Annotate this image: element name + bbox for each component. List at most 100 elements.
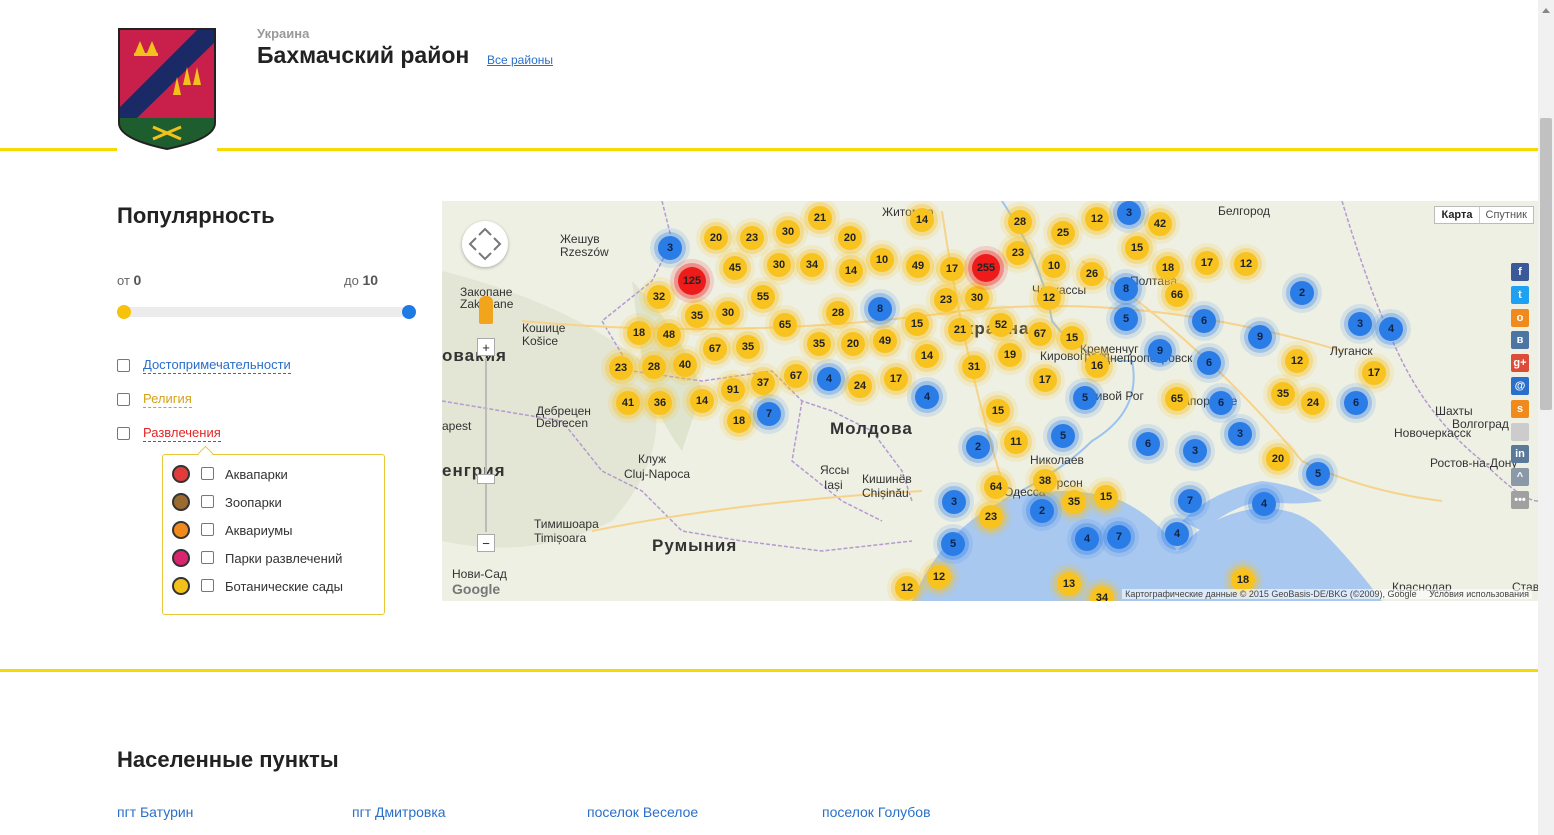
popularity-slider-min-handle[interactable] xyxy=(117,305,131,319)
map-cluster-marker[interactable]: 31 xyxy=(962,355,986,379)
map-type-satellite-button[interactable]: Спутник xyxy=(1480,207,1533,223)
map-cluster-marker[interactable]: 35 xyxy=(807,332,831,356)
map-cluster-marker[interactable]: 20 xyxy=(838,226,862,250)
map[interactable]: Белгород Жешув Rzeszów Житомир Полтава Кошице… xyxy=(442,201,1538,601)
submenu-item-checkbox[interactable] xyxy=(201,579,214,592)
zoom-out-button[interactable]: − xyxy=(477,534,495,552)
map-cluster-marker[interactable]: 6 xyxy=(1136,432,1160,456)
map-cluster-marker[interactable]: 28 xyxy=(642,355,666,379)
map-cluster-marker[interactable]: 8 xyxy=(1114,277,1138,301)
map-cluster-marker[interactable]: 15 xyxy=(905,312,929,336)
map-cluster-marker[interactable]: 26 xyxy=(1080,262,1104,286)
settlement-link[interactable]: пгт Дмитровка xyxy=(352,804,446,820)
settlement-link[interactable]: пгт Батурин xyxy=(117,804,193,820)
street-view-pegman-icon[interactable] xyxy=(479,296,493,324)
map-cluster-marker[interactable]: 12 xyxy=(1085,207,1109,231)
map-cluster-marker[interactable]: 21 xyxy=(948,318,972,342)
category-sights-checkbox[interactable] xyxy=(117,359,130,372)
map-cluster-marker[interactable]: 17 xyxy=(1362,361,1386,385)
map-cluster-marker[interactable]: 5 xyxy=(941,532,965,556)
map-cluster-marker[interactable]: 19 xyxy=(998,343,1022,367)
livejournal-icon[interactable]: ^ xyxy=(1511,468,1529,487)
map-cluster-marker[interactable]: 15 xyxy=(1125,236,1149,260)
map-cluster-marker[interactable]: 24 xyxy=(1301,391,1325,415)
map-cluster-marker[interactable]: 17 xyxy=(884,367,908,391)
map-cluster-marker[interactable]: 40 xyxy=(673,353,697,377)
map-cluster-marker[interactable]: 9 xyxy=(1148,339,1172,363)
map-cluster-marker[interactable]: 67 xyxy=(1028,322,1052,346)
map-cluster-marker[interactable]: 17 xyxy=(1195,251,1219,275)
map-cluster-marker[interactable]: 38 xyxy=(1033,469,1057,493)
map-cluster-marker[interactable]: 6 xyxy=(1344,391,1368,415)
map-cluster-marker[interactable]: 48 xyxy=(657,323,681,347)
map-cluster-marker[interactable]: 28 xyxy=(1008,210,1032,234)
map-cluster-marker[interactable]: 67 xyxy=(703,337,727,361)
surfingbird-icon[interactable]: s xyxy=(1511,399,1529,418)
map-cluster-marker[interactable]: 12 xyxy=(927,565,951,589)
settlement-link[interactable]: поселок Веселое xyxy=(587,804,698,820)
map-cluster-marker[interactable]: 15 xyxy=(1060,326,1084,350)
submenu-item-checkbox[interactable] xyxy=(201,495,214,508)
map-cluster-marker[interactable]: 18 xyxy=(1156,256,1180,280)
map-cluster-marker[interactable]: 5 xyxy=(1306,462,1330,486)
map-terms-link[interactable]: Условия использования xyxy=(1429,589,1529,599)
map-cluster-marker[interactable]: 2 xyxy=(966,435,990,459)
map-cluster-marker[interactable]: 10 xyxy=(870,248,894,272)
map-cluster-marker[interactable]: 30 xyxy=(965,286,989,310)
map-cluster-marker[interactable]: 52 xyxy=(989,313,1013,337)
submenu-item-checkbox[interactable] xyxy=(201,551,214,564)
map-cluster-marker[interactable]: 30 xyxy=(776,220,800,244)
category-sights-label[interactable]: Достопримечательности xyxy=(143,357,291,374)
map-cluster-marker[interactable]: 14 xyxy=(915,344,939,368)
map-cluster-marker[interactable]: 12 xyxy=(1285,349,1309,373)
map-cluster-marker[interactable]: 36 xyxy=(648,391,672,415)
map-cluster-marker[interactable]: 37 xyxy=(751,371,775,395)
map-cluster-marker[interactable]: 8 xyxy=(868,297,892,321)
map-cluster-marker[interactable]: 42 xyxy=(1148,212,1172,236)
map-cluster-marker[interactable]: 20 xyxy=(841,332,865,356)
page-scrollbar-thumb[interactable] xyxy=(1540,118,1552,410)
map-cluster-marker[interactable]: 65 xyxy=(1165,387,1189,411)
map-cluster-marker[interactable]: 14 xyxy=(910,208,934,232)
blogger-icon[interactable] xyxy=(1511,422,1529,441)
map-cluster-marker[interactable]: 3 xyxy=(1117,201,1141,225)
map-cluster-marker[interactable]: 17 xyxy=(1033,368,1057,392)
map-cluster-marker[interactable]: 7 xyxy=(1178,489,1202,513)
linkedin-icon[interactable]: in xyxy=(1511,445,1529,464)
settlement-link[interactable]: поселок Голубов xyxy=(822,804,931,820)
map-cluster-marker[interactable]: 65 xyxy=(773,313,797,337)
map-cluster-marker[interactable]: 5 xyxy=(1051,424,1075,448)
map-cluster-marker[interactable]: 12 xyxy=(895,576,919,600)
map-cluster-marker[interactable]: 15 xyxy=(1094,485,1118,509)
scroll-up-arrow-icon[interactable] xyxy=(1540,2,1552,13)
submenu-item-checkbox[interactable] xyxy=(201,523,214,536)
map-cluster-marker[interactable]: 14 xyxy=(690,389,714,413)
map-cluster-marker[interactable]: 6 xyxy=(1197,351,1221,375)
map-cluster-marker[interactable]: 7 xyxy=(1107,525,1131,549)
map-cluster-marker[interactable]: 49 xyxy=(873,329,897,353)
map-cluster-marker[interactable]: 6 xyxy=(1209,391,1233,415)
map-cluster-marker[interactable]: 67 xyxy=(784,364,808,388)
category-religion-checkbox[interactable] xyxy=(117,393,130,406)
submenu-item-label[interactable]: Зоопарки xyxy=(225,495,282,510)
map-cluster-marker[interactable]: 4 xyxy=(817,367,841,391)
submenu-item-label[interactable]: Парки развлечений xyxy=(225,551,342,566)
map-cluster-marker[interactable]: 23 xyxy=(1006,241,1030,265)
map-cluster-marker[interactable]: 12 xyxy=(1037,286,1061,310)
map-cluster-marker[interactable]: 49 xyxy=(906,254,930,278)
map-cluster-marker[interactable]: 20 xyxy=(1266,447,1290,471)
more-icon[interactable]: ••• xyxy=(1511,490,1529,509)
map-cluster-marker[interactable]: 3 xyxy=(658,236,682,260)
category-entertainment-checkbox[interactable] xyxy=(117,427,130,440)
map-cluster-marker[interactable]: 5 xyxy=(1114,307,1138,331)
category-entertainment-label[interactable]: Развлечения xyxy=(143,425,221,442)
map-cluster-marker[interactable]: 3 xyxy=(942,490,966,514)
map-cluster-marker[interactable]: 32 xyxy=(647,285,671,309)
map-cluster-marker[interactable]: 16 xyxy=(1085,354,1109,378)
odnoklassniki-icon[interactable]: о xyxy=(1511,308,1529,327)
map-cluster-marker[interactable]: 15 xyxy=(986,399,1010,423)
map-cluster-marker[interactable]: 255 xyxy=(972,254,1000,282)
map-cluster-marker[interactable]: 125 xyxy=(678,267,706,295)
map-pan-control[interactable] xyxy=(462,221,508,267)
map-cluster-marker[interactable]: 64 xyxy=(984,475,1008,499)
